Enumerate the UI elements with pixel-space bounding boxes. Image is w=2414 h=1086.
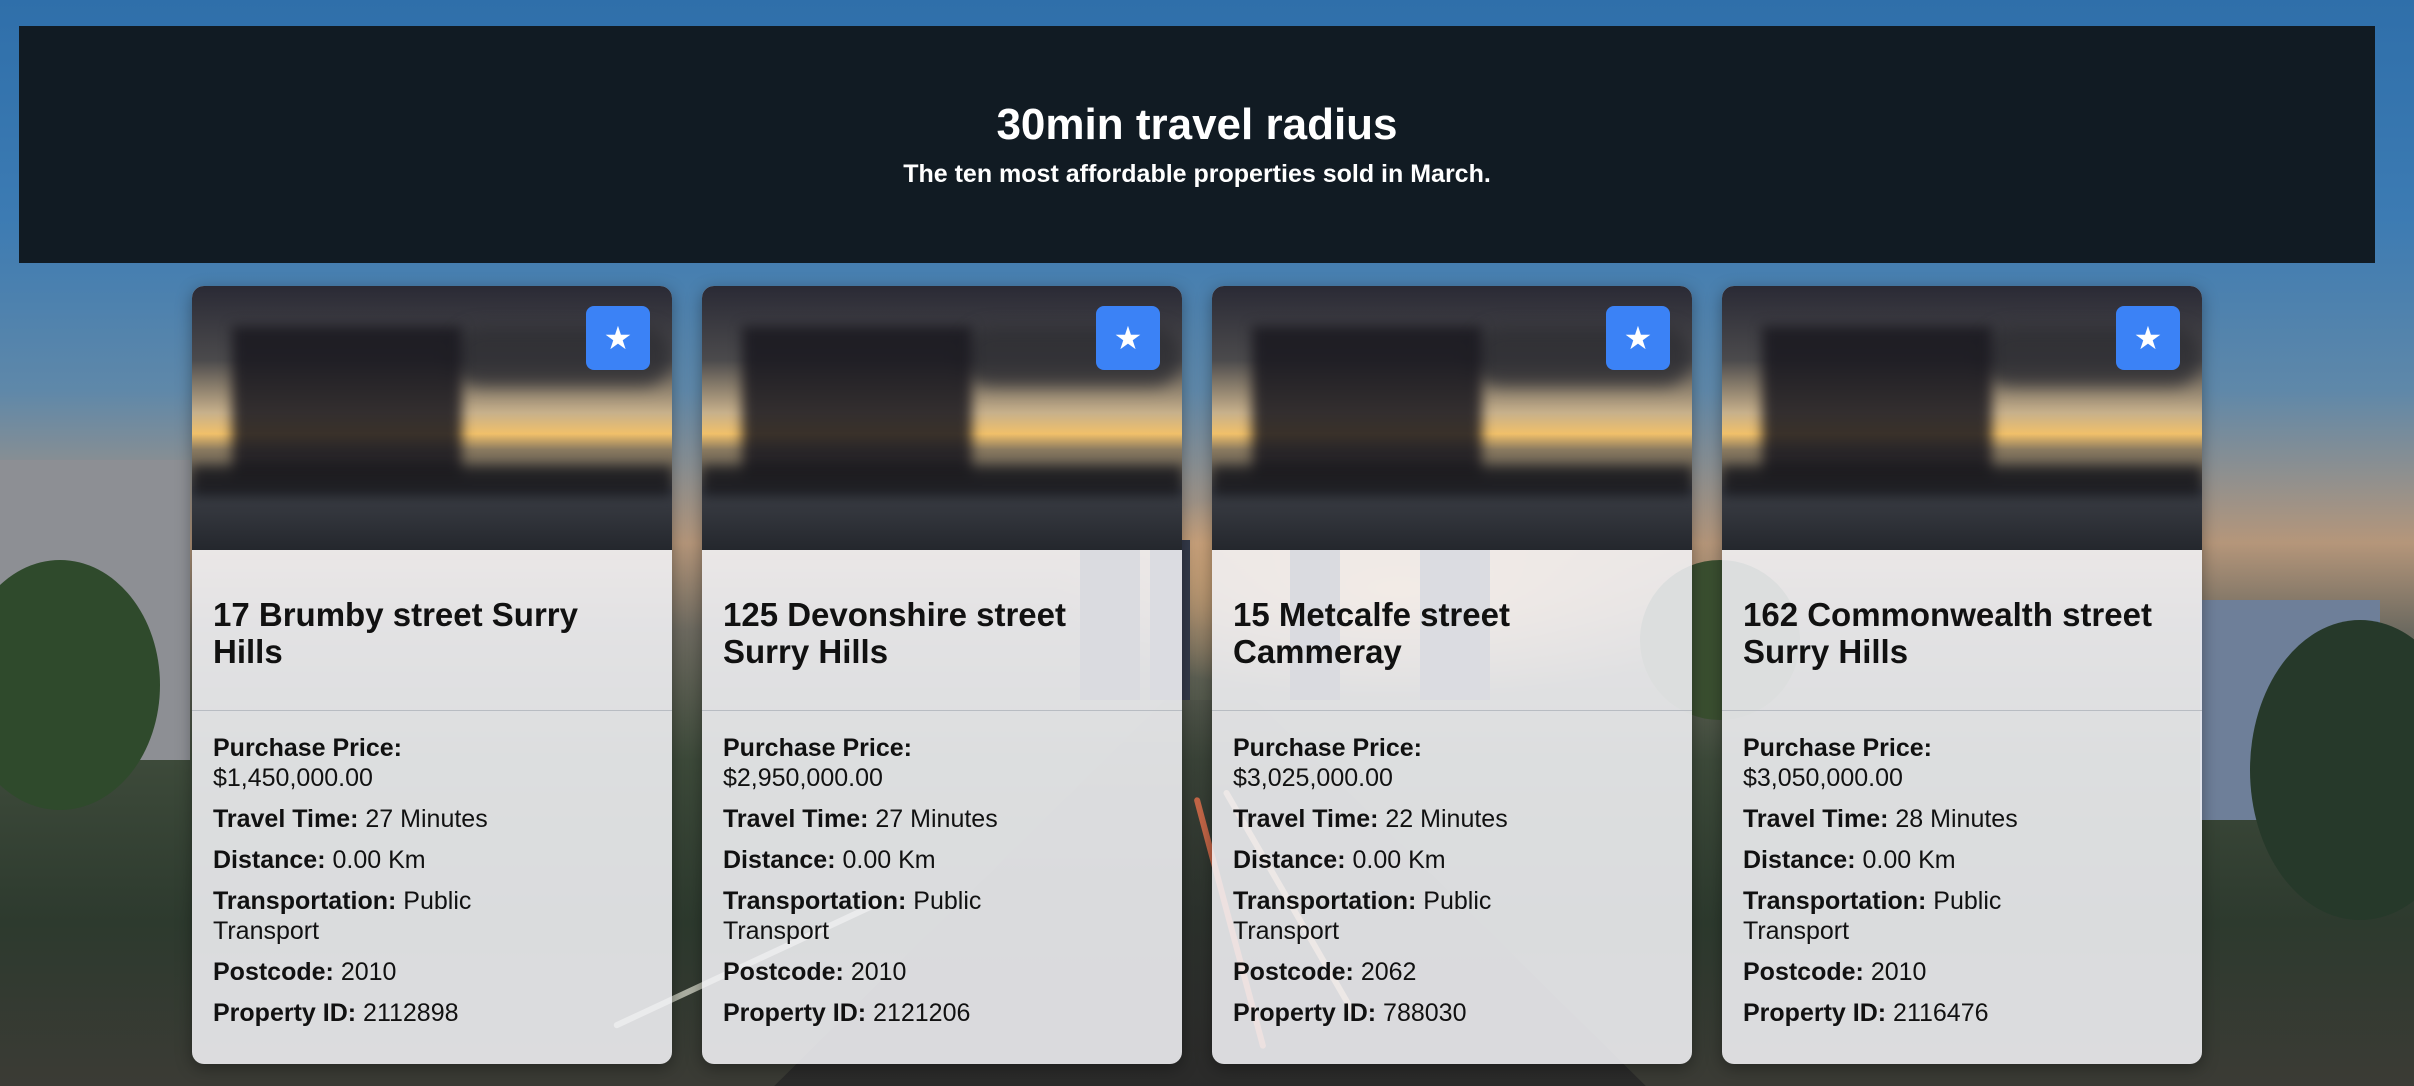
property-id-row: Property ID: 2112898 <box>213 999 459 1027</box>
favorite-button[interactable]: ★ <box>2116 306 2180 370</box>
property-address: 162 Commonwealth street Surry Hills <box>1743 596 2152 670</box>
price-row: Purchase Price: $2,950,000.00 <box>723 734 912 792</box>
favorite-button[interactable]: ★ <box>1606 306 1670 370</box>
property-photo: ★ <box>192 286 672 550</box>
property-card-list: ★ 17 Brumby street Surry Hills Purchase … <box>192 286 2202 1064</box>
price-row: Purchase Price: $1,450,000.00 <box>213 734 402 792</box>
postcode-row: Postcode: 2010 <box>213 958 397 986</box>
distance-row: Distance: 0.00 Km <box>1743 846 1956 874</box>
header-banner: 30min travel radius The ten most afforda… <box>19 26 2375 263</box>
postcode-row: Postcode: 2010 <box>1743 958 1927 986</box>
transportation-row: Transportation: Public Transport <box>1743 887 2002 945</box>
property-address: 125 Devonshire street Surry Hills <box>723 596 1067 670</box>
star-icon: ★ <box>603 320 633 356</box>
distance-row: Distance: 0.00 Km <box>723 846 936 874</box>
property-id-row: Property ID: 2116476 <box>1743 999 1989 1027</box>
transportation-row: Transportation: Public Transport <box>723 887 982 945</box>
property-card: ★ 162 Commonwealth street Surry Hills Pu… <box>1722 286 2202 1064</box>
property-photo: ★ <box>1722 286 2202 550</box>
property-photo: ★ <box>702 286 1182 550</box>
distance-row: Distance: 0.00 Km <box>213 846 426 874</box>
page-title: 30min travel radius <box>996 100 1398 149</box>
property-id-row: Property ID: 2121206 <box>723 999 971 1027</box>
property-card: ★ 17 Brumby street Surry Hills Purchase … <box>192 286 672 1064</box>
star-icon: ★ <box>2133 320 2163 356</box>
property-photo: ★ <box>1212 286 1692 550</box>
property-id-row: Property ID: 788030 <box>1233 999 1467 1027</box>
postcode-row: Postcode: 2062 <box>1233 958 1417 986</box>
price-row: Purchase Price: $3,025,000.00 <box>1233 734 1422 792</box>
postcode-row: Postcode: 2010 <box>723 958 907 986</box>
transportation-row: Transportation: Public Transport <box>1233 887 1492 945</box>
transportation-row: Transportation: Public Transport <box>213 887 472 945</box>
travel-time-row: Travel Time: 27 Minutes <box>213 805 488 833</box>
page-subtitle: The ten most affordable properties sold … <box>903 160 1491 188</box>
price-row: Purchase Price: $3,050,000.00 <box>1743 734 1932 792</box>
travel-time-row: Travel Time: 27 Minutes <box>723 805 998 833</box>
distance-row: Distance: 0.00 Km <box>1233 846 1446 874</box>
property-card: ★ 15 Metcalfe street Cammeray Purchase P… <box>1212 286 1692 1064</box>
star-icon: ★ <box>1113 320 1143 356</box>
favorite-button[interactable]: ★ <box>1096 306 1160 370</box>
property-card: ★ 125 Devonshire street Surry Hills Purc… <box>702 286 1182 1064</box>
favorite-button[interactable]: ★ <box>586 306 650 370</box>
property-address: 15 Metcalfe street Cammeray <box>1233 596 1510 670</box>
travel-time-row: Travel Time: 22 Minutes <box>1233 805 1508 833</box>
star-icon: ★ <box>1623 320 1653 356</box>
travel-time-row: Travel Time: 28 Minutes <box>1743 805 2018 833</box>
property-address: 17 Brumby street Surry Hills <box>213 596 578 670</box>
